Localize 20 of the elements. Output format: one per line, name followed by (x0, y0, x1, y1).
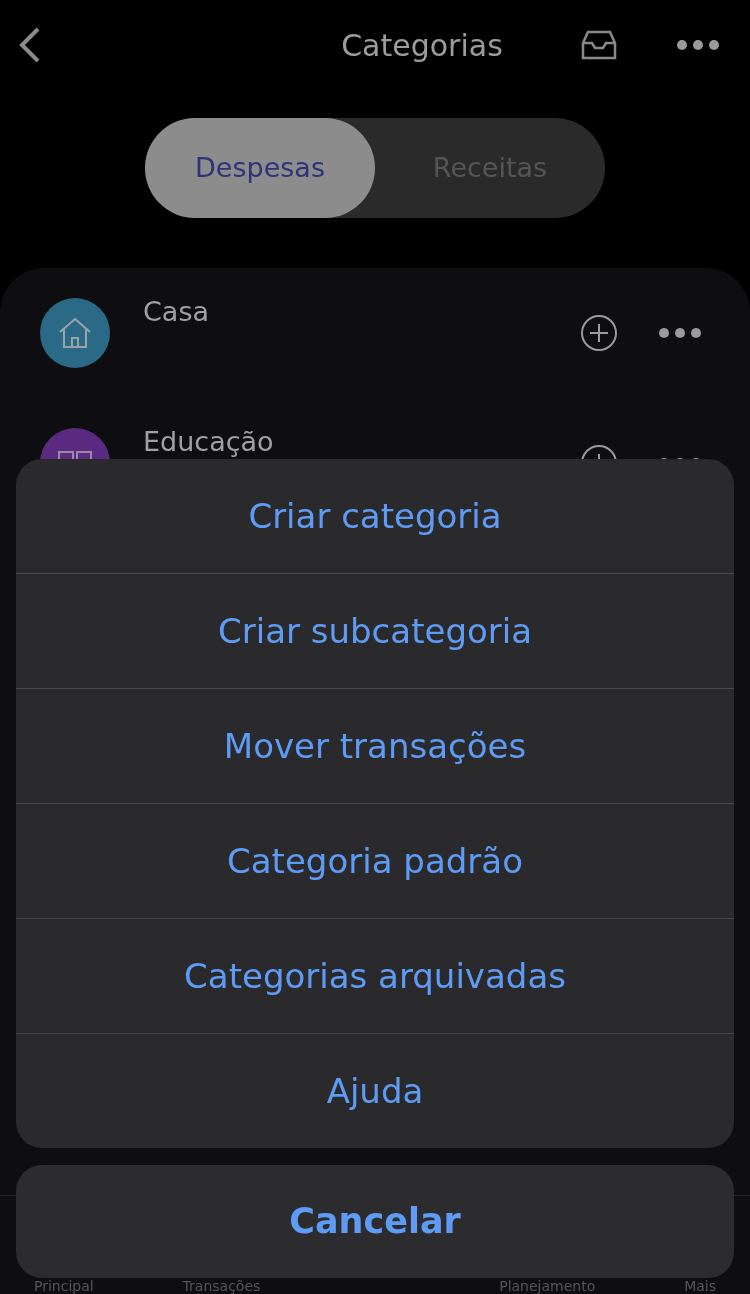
cancel-button[interactable]: Cancelar (16, 1165, 734, 1278)
action-sheet-option[interactable]: Criar categoria (16, 459, 734, 573)
action-sheet-option[interactable]: Criar subcategoria (16, 573, 734, 688)
more-icon[interactable] (658, 327, 702, 339)
more-icon[interactable] (676, 39, 720, 51)
action-sheet-option[interactable]: Categorias arquivadas (16, 918, 734, 1033)
category-name[interactable]: Educação (143, 428, 580, 456)
tab-bar-label[interactable]: Transações (182, 1278, 261, 1294)
house-icon (57, 316, 93, 350)
tab-bar-label[interactable]: Mais (684, 1278, 716, 1294)
screen-title: Categorias (341, 26, 503, 65)
category-name[interactable]: Casa (143, 298, 580, 326)
add-icon[interactable] (580, 314, 618, 352)
segment-tab[interactable]: Despesas (145, 118, 375, 218)
tab-bar-label[interactable]: Principal (34, 1278, 94, 1294)
inbox-icon[interactable] (580, 29, 618, 61)
action-sheet-option[interactable]: Ajuda (16, 1033, 734, 1148)
action-sheet-option[interactable]: Categoria padrão (16, 803, 734, 918)
tab-bar-label[interactable]: Planejamento (499, 1278, 596, 1294)
action-sheet-option[interactable]: Mover transações (16, 688, 734, 803)
